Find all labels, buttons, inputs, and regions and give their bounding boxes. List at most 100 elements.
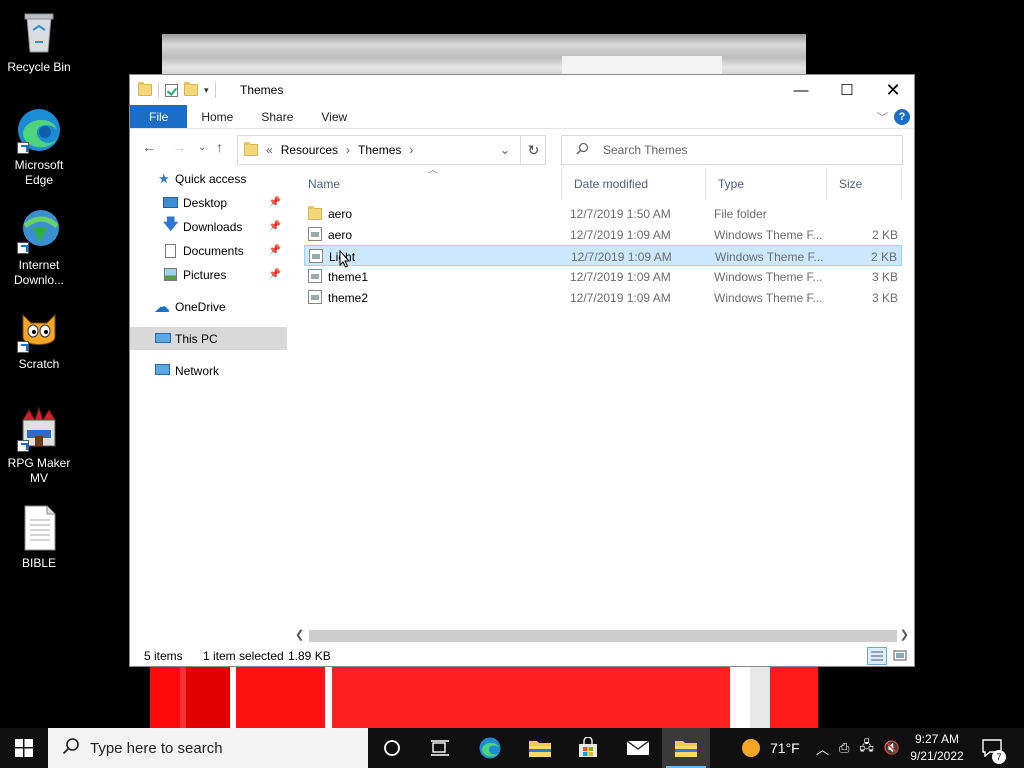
desktop-icon-recycle-bin[interactable]: Recycle Bin — [4, 8, 74, 75]
sidebar-item-onedrive[interactable]: ☁ OneDrive — [130, 295, 287, 318]
search-icon — [576, 142, 589, 158]
taskbar-search-box[interactable]: Type here to search — [48, 728, 368, 768]
taskbar-file-explorer-pinned[interactable] — [516, 728, 564, 768]
pin-icon[interactable]: 📌 — [269, 269, 281, 280]
desktop-icon-rpg-maker[interactable]: RPG Maker MV — [4, 404, 74, 486]
details-view-button[interactable] — [867, 647, 887, 665]
clock-date: 9/21/2022 — [910, 749, 964, 763]
sidebar-item-network[interactable]: Network — [130, 359, 287, 382]
folder-icon — [529, 741, 551, 757]
file-name: theme1 — [328, 270, 369, 284]
breadcrumb-item-themes[interactable]: Themes — [358, 143, 401, 157]
folder-icon — [308, 206, 322, 220]
chevron-right-icon[interactable]: › — [409, 143, 413, 157]
file-row-theme2[interactable]: theme2 12/7/2019 1:09 AM Windows Theme F… — [304, 287, 902, 308]
windows-logo-icon — [15, 739, 33, 757]
search-input[interactable]: Search Themes — [603, 143, 688, 157]
file-row-theme1[interactable]: theme1 12/7/2019 1:09 AM Windows Theme F… — [304, 266, 902, 287]
scroll-left-icon[interactable]: ❮ — [295, 628, 304, 641]
refresh-button[interactable]: ↻ — [520, 135, 546, 165]
tab-home[interactable]: Home — [187, 105, 247, 128]
column-header-type[interactable]: Type — [706, 167, 827, 200]
volume-muted-icon[interactable]: 🔇 — [884, 740, 900, 756]
chevron-right-icon[interactable]: › — [346, 143, 350, 157]
sidebar-item-desktop[interactable]: Desktop 📌 — [130, 191, 287, 214]
scroll-right-icon[interactable]: ❯ — [900, 628, 909, 641]
taskbar-microsoft-store[interactable] — [564, 728, 612, 768]
recent-locations-icon[interactable]: ⌄ — [198, 142, 206, 153]
customize-toolbar-icon[interactable]: ▾ — [204, 85, 209, 96]
taskbar-mail[interactable] — [614, 728, 662, 768]
file-type: Windows Theme F... — [715, 250, 824, 264]
column-header-date-modified[interactable]: Date modified — [562, 167, 706, 200]
scratch-cat-icon — [15, 305, 63, 353]
desktop-icon-label: RPG Maker MV — [7, 456, 71, 485]
cortana-button[interactable] — [368, 728, 416, 768]
breadcrumb-overflow[interactable]: « — [266, 143, 273, 157]
maximize-button[interactable]: ☐ — [824, 75, 870, 105]
chevron-up-icon[interactable]: ︿ — [816, 739, 829, 758]
back-button[interactable]: ← — [142, 139, 156, 155]
recycle-bin-icon — [15, 8, 63, 56]
file-row-light-theme[interactable]: Light 12/7/2019 1:09 AM Windows Theme F.… — [304, 245, 902, 268]
up-button[interactable]: ↑ — [216, 139, 223, 155]
new-folder-icon[interactable] — [184, 82, 198, 96]
task-view-button[interactable] — [416, 728, 464, 768]
text-document-icon — [15, 504, 63, 552]
sidebar-item-downloads[interactable]: 🡇 Downloads 📌 — [130, 215, 287, 238]
task-view-icon — [431, 740, 449, 756]
start-button[interactable] — [0, 728, 48, 768]
tab-share[interactable]: Share — [247, 105, 307, 128]
desktop-icon-scratch[interactable]: Scratch — [4, 305, 74, 372]
taskbar-edge[interactable] — [466, 728, 514, 768]
tab-file[interactable]: File — [130, 105, 188, 128]
window-title: Themes — [240, 83, 284, 97]
pin-icon[interactable]: 📌 — [269, 197, 281, 208]
pin-icon[interactable]: 📌 — [269, 221, 281, 232]
column-header-name[interactable]: Name — [296, 167, 562, 200]
action-center-button[interactable]: 7 — [982, 728, 1006, 768]
large-icons-view-button[interactable] — [890, 647, 910, 665]
background-window-smear — [162, 34, 806, 76]
taskbar-search-input[interactable]: Type here to search — [90, 740, 223, 757]
sidebar-item-label: Desktop — [183, 195, 228, 210]
properties-icon[interactable] — [165, 83, 178, 97]
horizontal-scrollbar[interactable]: ❮ ❯ — [293, 628, 913, 644]
weather-widget[interactable]: 71°F — [742, 728, 800, 768]
sidebar-item-this-pc[interactable]: This PC — [130, 327, 287, 350]
sidebar-item-quick-access[interactable]: ★ Quick access — [130, 167, 287, 190]
column-header-size[interactable]: Size — [827, 167, 902, 200]
tab-view[interactable]: View — [307, 105, 361, 128]
forward-button[interactable]: → — [172, 139, 186, 155]
file-list: ︿ Name Date modified Type Size aero 12/7… — [296, 165, 906, 625]
address-dropdown-icon[interactable]: ⌄ — [500, 143, 510, 157]
file-date: 12/7/2019 1:09 AM — [570, 291, 671, 305]
address-bar[interactable]: « Resources › Themes › ⌄ — [237, 135, 546, 165]
ribbon: File Home Share View ﹀ ? — [130, 105, 914, 129]
desktop-icon-bible[interactable]: BIBLE — [4, 504, 74, 571]
meet-now-icon[interactable]: ⎙ — [839, 740, 849, 756]
search-box[interactable]: Search Themes — [561, 135, 903, 165]
clock[interactable]: 9:27 AM 9/21/2022 — [905, 731, 969, 765]
close-button[interactable]: ✕ — [870, 75, 916, 105]
expand-ribbon-icon[interactable]: ﹀ — [877, 109, 888, 125]
file-type: Windows Theme F... — [714, 228, 823, 242]
taskbar-file-explorer-active[interactable] — [662, 728, 710, 768]
sidebar-item-documents[interactable]: Documents 📌 — [130, 239, 287, 262]
help-icon[interactable]: ? — [894, 109, 910, 125]
desktop-icon-internet-download-manager[interactable]: Internet Downlo... — [4, 206, 74, 288]
file-row-aero-folder[interactable]: aero 12/7/2019 1:50 AM File folder — [304, 203, 902, 224]
sidebar-item-pictures[interactable]: Pictures 📌 — [130, 263, 287, 286]
notification-count-badge: 7 — [992, 750, 1006, 764]
star-icon: ★ — [158, 170, 170, 186]
network-icon[interactable]: 🖧 — [859, 737, 874, 759]
system-tray: ︿ ⎙ 🖧 🔇 — [816, 728, 900, 768]
sidebar-item-label: OneDrive — [175, 299, 226, 314]
desktop-icon-edge[interactable]: Microsoft Edge — [4, 106, 74, 188]
breadcrumb-item-resources[interactable]: Resources — [281, 143, 338, 157]
file-row-aero-theme[interactable]: aero 12/7/2019 1:09 AM Windows Theme F..… — [304, 224, 902, 245]
minimize-button[interactable]: — — [778, 75, 824, 105]
scrollbar-thumb[interactable] — [309, 630, 897, 642]
document-icon — [165, 243, 176, 258]
pin-icon[interactable]: 📌 — [269, 245, 281, 256]
